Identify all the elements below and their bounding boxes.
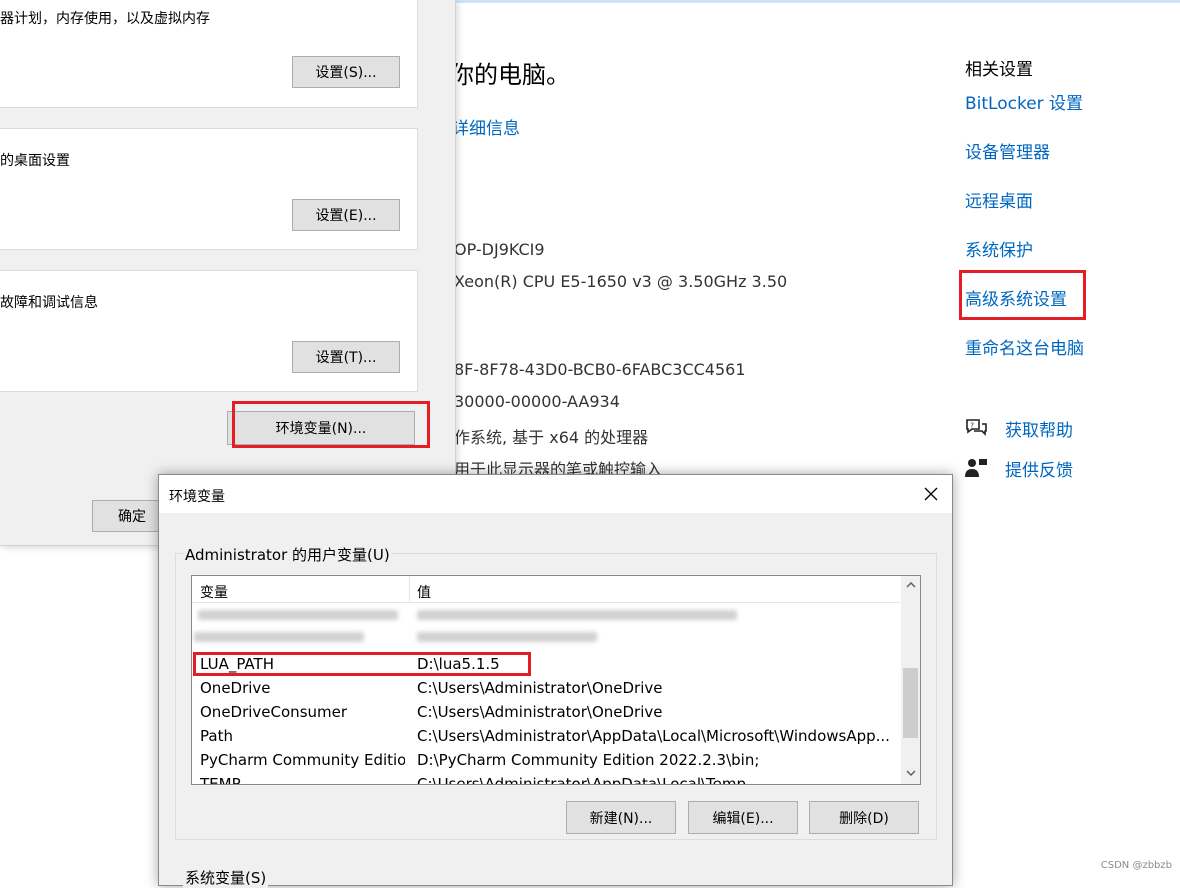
device-name-value: OP-DJ9KCI9 [454, 240, 545, 259]
scroll-down-button[interactable] [901, 764, 920, 782]
variable-value: C:\Users\Administrator\AppData\Local\Tem… [417, 775, 747, 785]
variable-value: D:\lua5.1.5 [417, 655, 500, 673]
performance-group: 器计划，内存使用，以及虚拟内存 设置(S)... [0, 0, 418, 108]
variable-value: C:\Users\Administrator\OneDrive [417, 703, 663, 721]
column-header-value[interactable]: 值 [417, 582, 431, 602]
variable-name: PyCharm Community Edition [200, 751, 405, 769]
variable-value: C:\Users\Administrator\OneDrive [417, 679, 663, 697]
startup-recovery-group: 故障和调试信息 设置(T)... [0, 270, 418, 392]
system-protection-link[interactable]: 系统保护 [965, 236, 1033, 261]
edit-variable-button[interactable]: 编辑(E)... [688, 801, 798, 834]
obscured-variable-value [417, 632, 597, 642]
table-row[interactable]: TEMP C:\Users\Administrator\AppData\Loca… [192, 772, 900, 785]
table-row-obscured[interactable] [192, 628, 900, 652]
column-header-variable[interactable]: 变量 [200, 582, 228, 602]
list-header: 变量 值 [192, 576, 900, 603]
performance-settings-button[interactable]: 设置(S)... [292, 56, 400, 88]
close-icon [924, 487, 938, 501]
help-chat-icon: ? [965, 417, 987, 439]
feedback-label[interactable]: 提供反馈 [1005, 456, 1073, 481]
watermark: CSDN @zbbzb [1100, 860, 1172, 871]
environment-variables-button[interactable]: 环境变量(N)... [227, 411, 415, 445]
column-separator[interactable] [409, 576, 410, 602]
bitlocker-settings-link[interactable]: BitLocker 设置 [965, 89, 1083, 114]
user-variables-list[interactable]: 变量 值 LUA_PATH D:\lua5.1.5 OneDrive C:\Us… [191, 575, 921, 785]
user-variables-label: Administrator 的用户变量(U) [183, 544, 392, 565]
related-settings-title: 相关设置 [965, 60, 1033, 80]
page-heading: 你的电脑。 [450, 61, 570, 89]
user-profiles-group: 的桌面设置 设置(E)... [0, 128, 418, 250]
product-id-value: 30000-00000-AA934 [454, 392, 620, 411]
obscured-variable-name [198, 610, 398, 620]
table-row[interactable]: PyCharm Community Edition D:\PyCharm Com… [192, 748, 900, 772]
get-help-label[interactable]: 获取帮助 [1005, 416, 1073, 441]
advanced-system-settings-link[interactable]: 高级系统设置 [965, 285, 1067, 310]
performance-description: 器计划，内存使用，以及虚拟内存 [0, 11, 210, 27]
vertical-scrollbar[interactable] [901, 576, 920, 784]
dialog-title-bar[interactable]: 环境变量 [159, 475, 952, 513]
table-row[interactable]: OneDrive C:\Users\Administrator\OneDrive [192, 676, 900, 700]
delete-variable-button[interactable]: 删除(D) [809, 801, 919, 834]
startup-recovery-description: 故障和调试信息 [0, 295, 98, 311]
user-profiles-settings-button[interactable]: 设置(E)... [292, 199, 400, 231]
obscured-variable-value [417, 610, 737, 620]
variable-value: C:\Users\Administrator\AppData\Local\Mic… [417, 727, 890, 745]
feedback-row[interactable]: 提供反馈 [965, 456, 1073, 481]
chevron-up-icon [905, 582, 916, 588]
variable-name: LUA_PATH [200, 655, 274, 673]
scrollbar-thumb[interactable] [903, 668, 918, 738]
table-row[interactable]: OneDriveConsumer C:\Users\Administrator\… [192, 700, 900, 724]
scroll-up-button[interactable] [901, 576, 920, 594]
variable-value: D:\PyCharm Community Edition 2022.2.3\bi… [417, 751, 760, 769]
details-link[interactable]: 详细信息 [452, 114, 520, 139]
table-row[interactable]: LUA_PATH D:\lua5.1.5 [192, 652, 900, 676]
system-variables-label: 系统变量(S) [183, 867, 269, 888]
environment-variables-dialog: 环境变量 Administrator 的用户变量(U) 变量 值 LUA_PAT… [158, 474, 953, 888]
remote-desktop-link[interactable]: 远程桌面 [965, 187, 1033, 212]
variable-name: TEMP [200, 775, 241, 785]
variable-name: OneDrive [200, 679, 271, 697]
user-profiles-description: 的桌面设置 [0, 153, 70, 169]
new-variable-button[interactable]: 新建(N)... [566, 801, 676, 834]
startup-recovery-settings-button[interactable]: 设置(T)... [292, 341, 400, 373]
table-row[interactable]: Path C:\Users\Administrator\AppData\Loca… [192, 724, 900, 748]
svg-text:?: ? [970, 422, 974, 430]
feedback-person-icon [965, 457, 987, 479]
system-properties-dialog: 器计划，内存使用，以及虚拟内存 设置(S)... 的桌面设置 设置(E)... … [0, 0, 456, 546]
dialog-title: 环境变量 [169, 489, 225, 505]
rename-pc-link[interactable]: 重命名这台电脑 [965, 334, 1084, 359]
table-row-obscured[interactable] [192, 604, 900, 628]
processor-value: Xeon(R) CPU E5-1650 v3 @ 3.50GHz 3.50 [454, 272, 788, 291]
variable-name: OneDriveConsumer [200, 703, 348, 721]
get-help-row[interactable]: ? 获取帮助 [965, 416, 1073, 441]
device-id-value: 8F-8F78-43D0-BCB0-6FABC3CC4561 [454, 360, 746, 379]
variable-name: Path [200, 727, 233, 745]
obscured-variable-name [194, 632, 364, 642]
system-type-value: 作系统, 基于 x64 的处理器 [454, 428, 649, 447]
close-button[interactable] [918, 481, 944, 507]
chevron-down-icon [905, 770, 916, 776]
device-manager-link[interactable]: 设备管理器 [965, 138, 1050, 163]
